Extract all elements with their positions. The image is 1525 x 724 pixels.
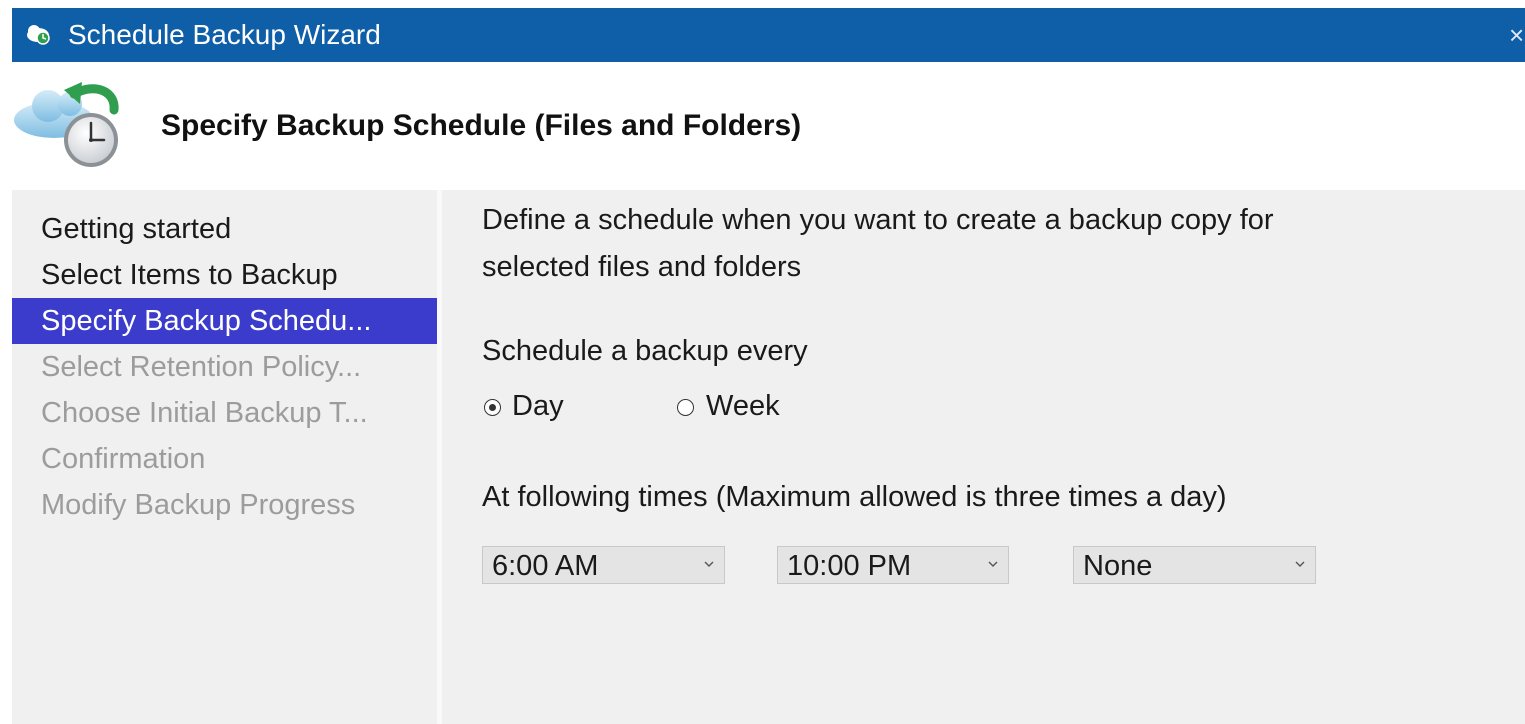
- step-getting-started[interactable]: Getting started: [12, 206, 440, 252]
- wizard-header: Specify Backup Schedule (Files and Folde…: [12, 62, 1525, 190]
- chevron-down-icon: [704, 561, 714, 567]
- day-radio-label[interactable]: Day: [512, 389, 564, 423]
- close-button[interactable]: ×: [1509, 18, 1525, 52]
- time-select-2[interactable]: 10:00 PM: [777, 546, 1009, 584]
- chevron-down-icon: [1295, 561, 1305, 567]
- time-select-1[interactable]: 6:00 AM: [482, 546, 725, 584]
- frequency-label: Schedule a backup every: [482, 335, 808, 367]
- wizard-steps: Getting started Select Items to Backup S…: [12, 190, 440, 724]
- week-radio-label[interactable]: Week: [706, 389, 780, 423]
- backup-app-icon: [27, 25, 50, 45]
- step-confirmation: Confirmation: [41, 443, 206, 475]
- time-select-2-value: 10:00 PM: [787, 550, 912, 582]
- chevron-down-icon: [988, 561, 998, 567]
- window-title: Schedule Backup Wizard: [68, 19, 381, 50]
- cloud-clock-icon: [14, 82, 119, 167]
- schedule-panel: Define a schedule when you want to creat…: [442, 190, 1525, 724]
- times-label: At following times (Maximum allowed is t…: [482, 481, 1227, 513]
- description-line-1: Define a schedule when you want to creat…: [482, 204, 1274, 236]
- step-select-items[interactable]: Select Items to Backup: [12, 252, 440, 298]
- description-line-2: selected files and folders: [482, 251, 802, 283]
- time-select-3[interactable]: None: [1073, 546, 1316, 584]
- time-select-3-value: None: [1083, 550, 1153, 582]
- week-radio[interactable]: [677, 399, 694, 416]
- page-title: Specify Backup Schedule (Files and Folde…: [161, 109, 802, 142]
- step-retention-policy: Select Retention Policy...: [41, 351, 362, 383]
- radio-selected-dot: [488, 403, 496, 411]
- step-initial-backup: Choose Initial Backup T...: [41, 397, 368, 429]
- day-radio[interactable]: [484, 399, 501, 416]
- step-modify-progress: Modify Backup Progress: [41, 489, 356, 521]
- time-select-1-value: 6:00 AM: [492, 550, 599, 582]
- wizard-window: Schedule Backup Wizard × Specify Backup …: [12, 8, 1525, 724]
- title-bar: Schedule Backup Wizard ×: [12, 8, 1525, 62]
- step-specify-schedule[interactable]: Specify Backup Schedu...: [12, 298, 440, 344]
